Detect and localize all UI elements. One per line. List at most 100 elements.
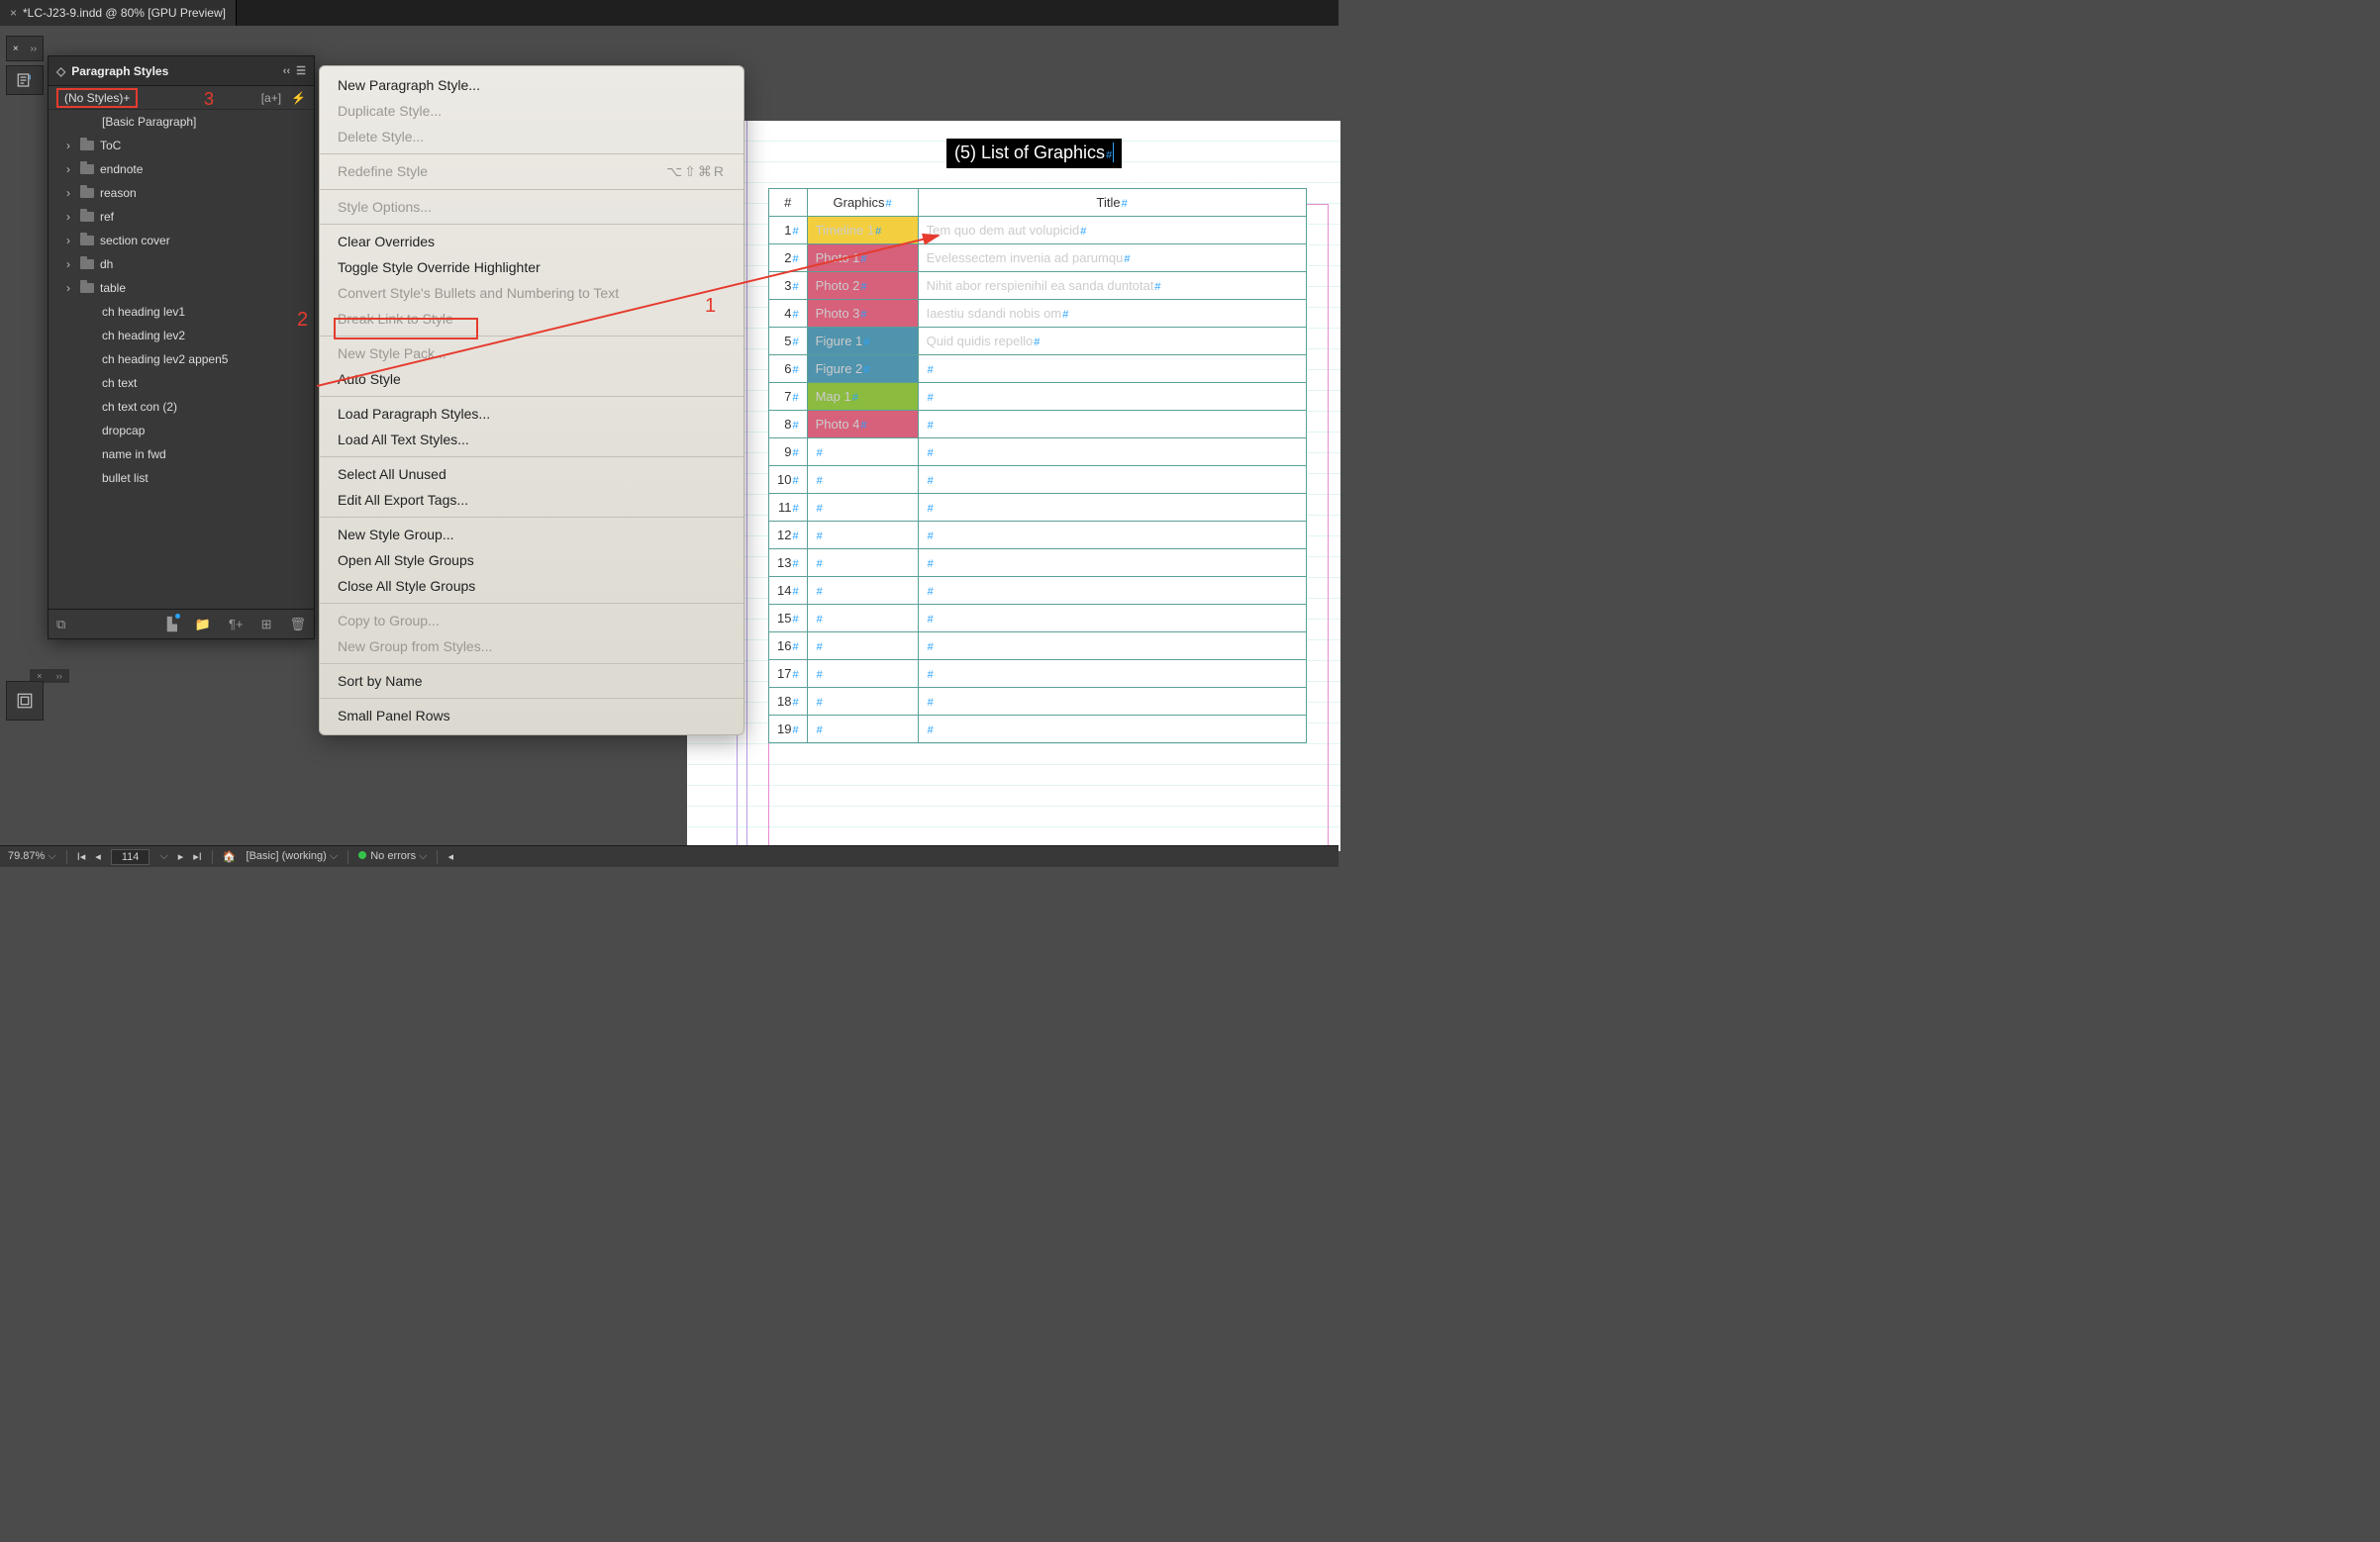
menu-item-auto-style[interactable]: Auto Style [320, 366, 744, 392]
style-folder-endnote[interactable]: endnote [49, 157, 314, 181]
quick-apply-icon[interactable]: ⚡ [291, 91, 306, 105]
folder-icon [80, 141, 94, 150]
menu-item-select-all-unused[interactable]: Select All Unused [320, 461, 744, 487]
collapse-icon[interactable]: ‹‹ [283, 65, 290, 77]
style-item[interactable]: ch text con (2) [49, 395, 314, 419]
page-dropdown[interactable]: ⌵ [159, 850, 167, 863]
style-folder-dh[interactable]: dh [49, 252, 314, 276]
sort-icon: ◇ [56, 64, 65, 78]
menu-item-duplicate-style: Duplicate Style... [320, 98, 744, 124]
menu-item-toggle-style-override-highlighter[interactable]: Toggle Style Override Highlighter [320, 254, 744, 280]
panel-footer: ⧉ ▙ 📁 ¶+ ⊞ 🗑 [49, 609, 314, 638]
table-row[interactable]: 9### [769, 438, 1307, 466]
table-row[interactable]: 17### [769, 660, 1307, 688]
style-item[interactable]: ch heading lev2 [49, 324, 314, 347]
menu-item-new-group-from-styles: New Group from Styles... [320, 633, 744, 659]
current-style-row[interactable]: (No Styles)+ [a+] ⚡ [49, 86, 314, 110]
paragraph-styles-flyout-menu: New Paragraph Style...Duplicate Style...… [319, 65, 744, 735]
folder-icon [80, 188, 94, 198]
menu-item-redefine-style: Redefine Style⌥⇧⌘R [320, 158, 744, 185]
cc-libraries-icon[interactable]: ▙ [167, 617, 177, 632]
style-item[interactable]: bullet list [49, 466, 314, 490]
table-row[interactable]: 3#Photo 2#Nihit abor rerspienihil ea san… [769, 272, 1307, 300]
last-page-button[interactable]: ▸I [193, 850, 202, 863]
menu-item-load-paragraph-styles[interactable]: Load Paragraph Styles... [320, 401, 744, 427]
annotation-3: 3 [204, 89, 214, 110]
page-heading[interactable]: (5) List of Graphics# [946, 139, 1122, 168]
style-item[interactable]: dropcap [49, 419, 314, 442]
table-row[interactable]: 15### [769, 605, 1307, 632]
menu-item-new-style-group[interactable]: New Style Group... [320, 522, 744, 547]
close-icon[interactable]: × [10, 6, 17, 20]
table-row[interactable]: 8#Photo 4## [769, 411, 1307, 438]
table-row[interactable]: 7#Map 1## [769, 383, 1307, 411]
clear-override-icon[interactable]: ¶+ [229, 617, 244, 631]
menu-item-clear-overrides[interactable]: Clear Overrides [320, 229, 744, 254]
panel-title: Paragraph Styles [71, 64, 168, 78]
paragraph-styles-dock-icon[interactable] [6, 65, 44, 95]
style-folder-ref[interactable]: ref [49, 205, 314, 229]
menu-item-delete-style: Delete Style... [320, 124, 744, 149]
style-folder-ToC[interactable]: ToC [49, 134, 314, 157]
table-row[interactable]: 14### [769, 577, 1307, 605]
menu-item-style-options: Style Options... [320, 194, 744, 220]
menu-item-copy-to-group: Copy to Group... [320, 608, 744, 633]
table-row[interactable]: 12### [769, 522, 1307, 549]
new-style-icon[interactable]: ⊞ [261, 617, 272, 632]
document-page[interactable]: (5) List of Graphics# # Graphics# Title#… [687, 121, 1340, 851]
table-row[interactable]: 19### [769, 716, 1307, 743]
style-item[interactable]: ch heading lev1 [49, 300, 314, 324]
table-row[interactable]: 16### [769, 632, 1307, 660]
table-row[interactable]: 13### [769, 549, 1307, 577]
panel-menu-icon[interactable]: ☰ [296, 64, 306, 77]
page-field[interactable]: 114 [111, 849, 150, 865]
new-group-icon[interactable]: 📁 [195, 617, 211, 632]
style-folder-reason[interactable]: reason [49, 181, 314, 205]
menu-item-sort-by-name[interactable]: Sort by Name [320, 668, 744, 694]
table-row[interactable]: 2#Photo 1#Evelessectem invenia ad parumq… [769, 244, 1307, 272]
table-row[interactable]: 5#Figure 1#Quid quidis repello# [769, 328, 1307, 355]
override-icon[interactable]: [a+] [261, 91, 281, 105]
menu-item-load-all-text-styles[interactable]: Load All Text Styles... [320, 427, 744, 452]
table-row[interactable]: 11### [769, 494, 1307, 522]
style-item[interactable]: ch text [49, 371, 314, 395]
table-row[interactable]: 10### [769, 466, 1307, 494]
zoom-level[interactable]: 79.87% ⌵ [8, 850, 56, 863]
annotation-1: 1 [705, 295, 716, 318]
folder-icon [80, 236, 94, 245]
folder-icon [80, 283, 94, 293]
delete-style-icon[interactable]: 🗑 [289, 617, 306, 632]
document-tab[interactable]: × *LC-J23-9.indd @ 80% [GPU Preview] [0, 0, 237, 26]
menu-item-close-all-style-groups[interactable]: Close All Style Groups [320, 573, 744, 599]
menu-item-small-panel-rows[interactable]: Small Panel Rows [320, 703, 744, 728]
paragraph-styles-panel: ◇ Paragraph Styles ‹‹ ☰ (No Styles)+ [a+… [48, 55, 315, 639]
menu-item-open-all-style-groups[interactable]: Open All Style Groups [320, 547, 744, 573]
style-item[interactable]: name in fwd [49, 442, 314, 466]
table-row[interactable]: 18### [769, 688, 1307, 716]
next-page-button[interactable]: ▸ [178, 850, 184, 863]
document-tab-title: *LC-J23-9.indd @ 80% [GPU Preview] [23, 6, 226, 20]
map-to-style-icon[interactable]: ⧉ [56, 617, 65, 632]
style-item[interactable]: ch heading lev2 appen5 [49, 347, 314, 371]
style-basic-paragraph[interactable]: [Basic Paragraph] [49, 110, 314, 134]
first-page-button[interactable]: I◂ [77, 850, 86, 863]
table-row[interactable]: 1#Timeline 1#Tem quo dem aut volupicid# [769, 217, 1307, 244]
status-extra-button[interactable]: ◂ [447, 850, 453, 863]
menu-item-convert-style-s-bullets-and-numbering-to-text: Convert Style's Bullets and Numbering to… [320, 280, 744, 306]
menu-item-edit-all-export-tags[interactable]: Edit All Export Tags... [320, 487, 744, 513]
panel-header[interactable]: ◇ Paragraph Styles ‹‹ ☰ [49, 56, 314, 86]
layer-indicator[interactable]: [Basic] (working) ⌵ [247, 850, 339, 863]
folder-icon [80, 212, 94, 222]
menu-item-new-paragraph-style[interactable]: New Paragraph Style... [320, 72, 744, 98]
graphics-table[interactable]: # Graphics# Title# 1#Timeline 1#Tem quo … [768, 188, 1307, 743]
menu-item-new-style-pack: New Style Pack... [320, 340, 744, 366]
style-folder-table[interactable]: table [49, 276, 314, 300]
preflight-status[interactable]: No errors ⌵ [358, 850, 427, 863]
style-folder-section-cover[interactable]: section cover [49, 229, 314, 252]
links-dock-icon[interactable] [6, 681, 44, 721]
prev-page-button[interactable]: ◂ [95, 850, 101, 863]
panel-strip[interactable]: ×›› [6, 36, 44, 61]
table-row[interactable]: 4#Photo 3#Iaestiu sdandi nobis om# [769, 300, 1307, 328]
table-row[interactable]: 6#Figure 2## [769, 355, 1307, 383]
open-doc-icon[interactable]: 🏠 [223, 850, 237, 863]
